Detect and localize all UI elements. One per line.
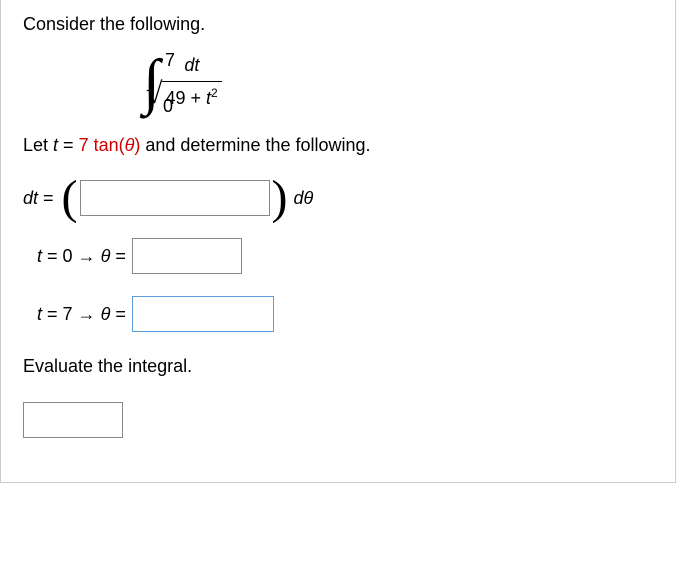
- dtheta-label: dθ: [294, 186, 314, 211]
- t0-theta: θ: [101, 246, 111, 266]
- sub-suffix: and determine the following.: [140, 135, 370, 155]
- t7-val: 7: [63, 304, 73, 324]
- problem-card: Consider the following. ∫ 7 0 dt √ 49 + …: [0, 0, 676, 483]
- t0-lhs: t = 0 → θ =: [37, 244, 126, 269]
- radicand-plus: +: [185, 88, 206, 108]
- t0-eq2: =: [110, 246, 126, 266]
- sub-func: tan(: [89, 135, 125, 155]
- sub-eq: =: [58, 135, 79, 155]
- close-paren-icon: ): [270, 184, 290, 213]
- sub-num: 7: [79, 135, 89, 155]
- integral-symbol: ∫ 7 0: [143, 51, 160, 113]
- t0-row: t = 0 → θ =: [23, 238, 653, 274]
- sub-value-red: 7 tan(θ): [79, 135, 141, 155]
- evaluate-label: Evaluate the integral.: [23, 354, 653, 379]
- intro-text: Consider the following.: [23, 12, 653, 37]
- t7-theta: θ: [101, 304, 111, 324]
- integral-expression: ∫ 7 0 dt √ 49 + t2: [143, 51, 653, 113]
- final-row: [23, 402, 653, 438]
- t0-eq1: =: [42, 246, 63, 266]
- t7-eq2: =: [110, 304, 126, 324]
- t7-eq1: =: [42, 304, 63, 324]
- theta0-input[interactable]: [132, 238, 242, 274]
- dt-eq: =: [38, 188, 54, 208]
- theta7-input[interactable]: [132, 296, 274, 332]
- t7-row: t = 7 → θ =: [23, 296, 653, 332]
- t0-val: 0: [63, 246, 73, 266]
- integral-lower-limit: 0: [163, 97, 173, 115]
- open-paren-icon: (: [60, 184, 80, 213]
- radicand-exp: 2: [211, 86, 218, 100]
- t7-lhs: t = 7 → θ =: [37, 302, 126, 327]
- dt-var: dt: [23, 188, 38, 208]
- substitution-instruction: Let t = 7 tan(θ) and determine the follo…: [23, 133, 653, 158]
- final-input[interactable]: [23, 402, 123, 438]
- sub-theta: θ: [125, 135, 135, 155]
- integral-numerator: dt: [176, 53, 207, 79]
- dt-row: dt = ( ) dθ: [23, 180, 653, 216]
- dt-input[interactable]: [80, 180, 270, 216]
- sub-prefix: Let: [23, 135, 53, 155]
- dt-lhs: dt =: [23, 186, 54, 211]
- t7-arrow: →: [73, 304, 101, 324]
- t0-arrow: →: [73, 246, 101, 266]
- integral-upper-limit: 7: [165, 51, 175, 69]
